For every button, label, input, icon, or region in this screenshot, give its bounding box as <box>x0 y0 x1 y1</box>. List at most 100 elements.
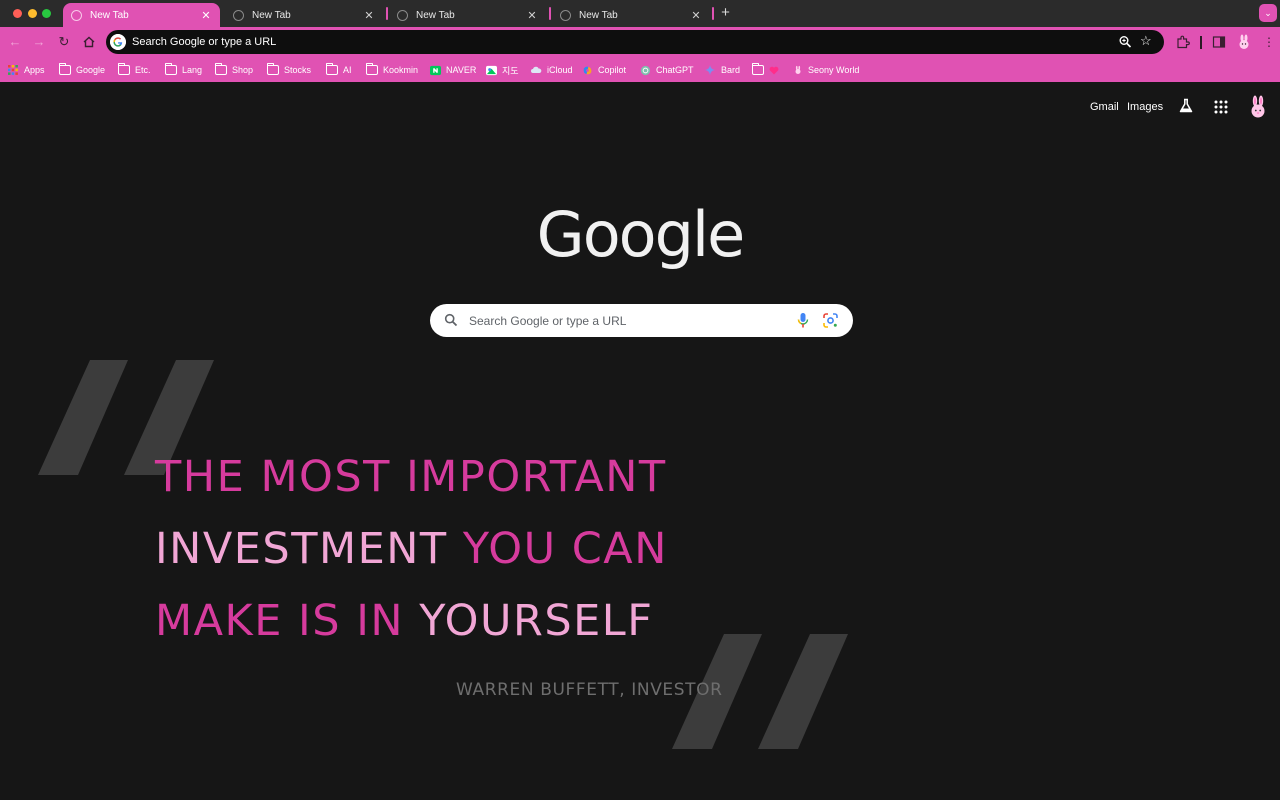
new-tab-page: Gmail Images Google Search Google or typ… <box>0 82 1280 800</box>
bookmark-folder-lang[interactable]: Lang <box>164 63 202 77</box>
labs-flask-icon[interactable] <box>1177 97 1195 115</box>
folder-icon <box>58 63 71 75</box>
folder-icon <box>365 63 378 75</box>
maximize-window-button[interactable] <box>42 9 51 18</box>
zoom-icon[interactable] <box>1118 34 1132 50</box>
quote-background: THE MOST IMPORTANT INVESTMENT YOU CAN MA… <box>0 352 1280 800</box>
bookmark-bard[interactable]: Bard <box>704 63 740 77</box>
quote-fragment: YOU CAN <box>462 524 668 574</box>
close-icon[interactable]: ✕ <box>690 9 702 22</box>
map-icon <box>486 65 497 75</box>
tab-title: New Tab <box>416 9 455 21</box>
reload-button[interactable]: ↻ <box>55 33 73 51</box>
bookmark-label: Etc. <box>135 65 151 75</box>
bookmark-label: Apps <box>24 65 45 75</box>
apps-grid-icon <box>8 65 18 75</box>
new-tab-button[interactable]: + <box>717 4 734 21</box>
chrome-favicon-icon <box>560 9 571 21</box>
minimize-window-button[interactable] <box>28 9 37 18</box>
home-button[interactable] <box>80 33 98 51</box>
bookmark-label: Seony World <box>808 65 860 75</box>
close-window-button[interactable] <box>13 9 22 18</box>
bookmark-star-icon[interactable]: ☆ <box>1140 33 1152 49</box>
google-apps-icon[interactable] <box>1213 99 1229 115</box>
bookmark-folder-heart[interactable] <box>751 63 779 77</box>
folder-icon <box>751 63 764 75</box>
tab-separator <box>386 7 388 20</box>
bookmark-chatgpt[interactable]: ChatGPT <box>640 63 694 77</box>
quote-fragment: YOURSELF <box>419 596 654 646</box>
icloud-icon <box>531 66 542 73</box>
bookmark-folder-shop[interactable]: Shop <box>214 63 254 77</box>
copilot-icon <box>583 66 592 74</box>
profile-bunny-icon[interactable] <box>1236 34 1252 50</box>
heart-icon <box>769 66 779 74</box>
bookmark-folder-etc[interactable]: Etc. <box>117 63 151 77</box>
tab-title: New Tab <box>579 9 618 21</box>
quote-line-3: MAKE IS IN YOURSELF <box>155 596 653 646</box>
google-logo: Google <box>536 198 746 271</box>
bookmark-naver[interactable]: NAVER <box>430 63 476 77</box>
tab-separator <box>712 7 714 20</box>
close-icon[interactable]: ✕ <box>200 9 212 22</box>
tab-search-button[interactable]: ⌄ <box>1259 4 1277 22</box>
bookmark-apps[interactable]: Apps <box>7 63 45 77</box>
tab-title: New Tab <box>252 9 291 21</box>
forward-button[interactable]: → <box>30 33 48 51</box>
bookmark-folder-stocks[interactable]: Stocks <box>266 63 311 77</box>
bookmark-map[interactable]: 지도 <box>486 63 519 77</box>
bookmark-icloud[interactable]: iCloud <box>530 63 573 77</box>
search-box[interactable]: Search Google or type a URL <box>430 304 853 337</box>
top-links-bar: Gmail Images <box>0 95 1280 124</box>
bookmark-folder-ai[interactable]: AI <box>325 63 352 77</box>
close-icon[interactable]: ✕ <box>526 9 538 22</box>
folder-icon <box>325 63 338 75</box>
chrome-favicon-icon <box>233 9 244 21</box>
close-icon[interactable]: ✕ <box>363 9 375 22</box>
tab-separator <box>549 7 551 20</box>
google-lens-icon[interactable] <box>823 313 838 328</box>
bookmark-label: Kookmin <box>383 65 419 75</box>
naver-icon <box>430 65 441 75</box>
search-placeholder: Search Google or type a URL <box>469 314 627 328</box>
bookmark-copilot[interactable]: Copilot <box>582 63 626 77</box>
bookmark-folder-kookmin[interactable]: Kookmin <box>365 63 419 77</box>
folder-icon <box>214 63 227 75</box>
bookmark-label: Shop <box>232 65 254 75</box>
chrome-menu-button[interactable]: ⋮ <box>1260 33 1278 51</box>
bookmark-folder-google[interactable]: Google <box>58 63 105 77</box>
folder-icon <box>164 63 177 75</box>
tab-3[interactable]: New Tab ✕ <box>389 3 546 27</box>
chatgpt-icon <box>640 65 651 75</box>
images-link[interactable]: Images <box>1127 101 1163 113</box>
home-icon <box>83 36 95 48</box>
bookmark-label: ChatGPT <box>656 65 694 75</box>
address-bar-placeholder: Search Google or type a URL <box>132 36 277 48</box>
quote-line-1: THE MOST IMPORTANT <box>155 452 667 502</box>
tab-4[interactable]: New Tab ✕ <box>552 3 710 27</box>
bookmark-label: AI <box>343 65 352 75</box>
bookmark-label: Copilot <box>598 65 627 75</box>
google-g-icon <box>110 34 126 50</box>
quote-attribution: WARREN BUFFETT, INVESTOR <box>456 680 723 700</box>
address-bar[interactable]: Search Google or type a URL ☆ <box>106 30 1164 54</box>
folder-icon <box>117 63 130 75</box>
back-button[interactable]: ← <box>6 33 24 51</box>
tab-1[interactable]: New Tab ✕ <box>63 3 220 27</box>
quote-fragment: MAKE IS IN <box>155 596 420 646</box>
bookmark-label: 지도 <box>502 65 519 76</box>
extensions-puzzle-icon[interactable] <box>1175 34 1191 50</box>
bookmark-seony-world[interactable]: Seony World <box>793 63 859 77</box>
tab-2[interactable]: New Tab ✕ <box>225 3 383 27</box>
tab-strip: New Tab ✕ New Tab ✕ New Tab ✕ New Tab ✕ … <box>0 0 1280 27</box>
gmail-link[interactable]: Gmail <box>1090 101 1119 113</box>
side-panel-icon[interactable] <box>1211 34 1227 50</box>
tab-title: New Tab <box>90 9 129 21</box>
account-avatar[interactable] <box>1248 95 1268 119</box>
bookmark-label: Bard <box>721 65 741 75</box>
voice-search-mic-icon[interactable] <box>796 312 810 329</box>
chrome-favicon-icon <box>397 9 408 21</box>
bookmark-label: NAVER <box>446 65 477 75</box>
folder-icon <box>266 63 279 75</box>
bard-icon <box>705 65 715 75</box>
